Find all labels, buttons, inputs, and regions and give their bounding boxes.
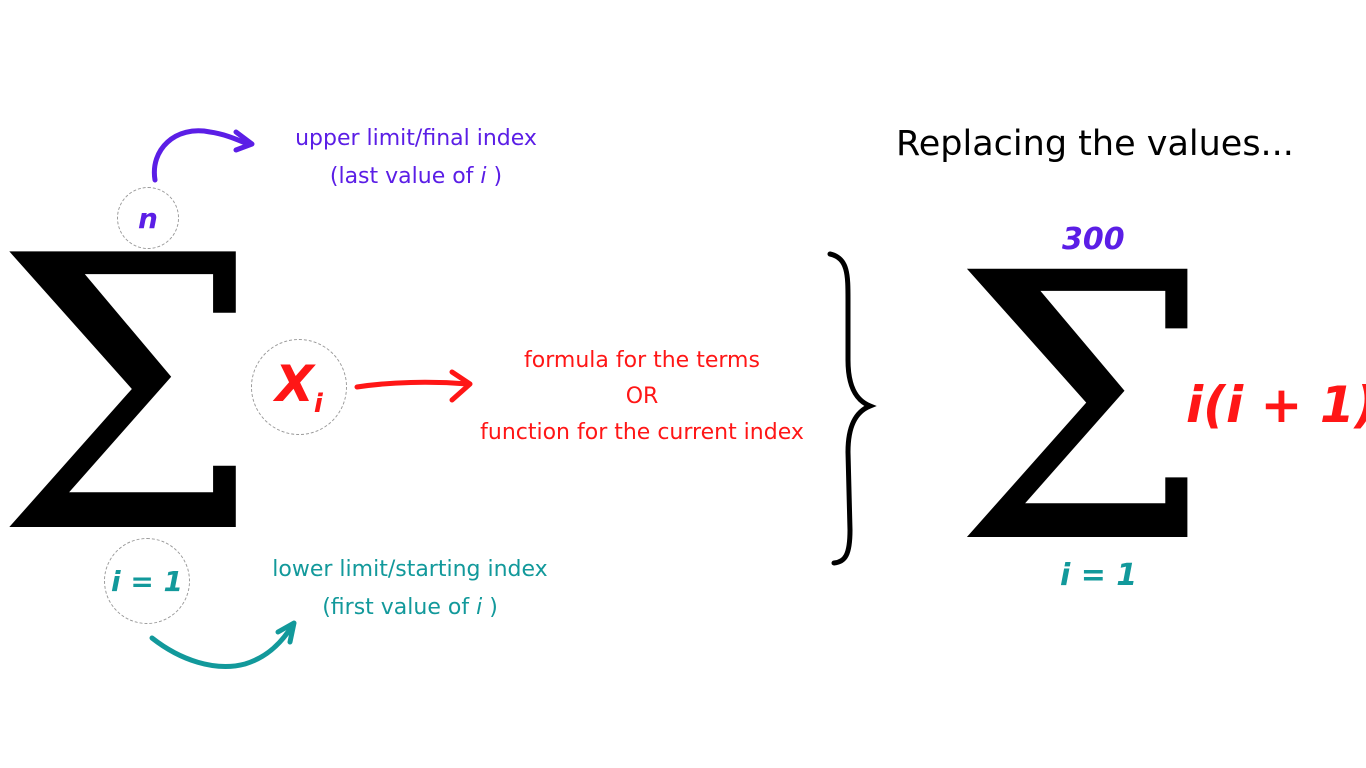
replacing-heading: Replacing the values...: [896, 124, 1294, 164]
lower-curved-arrow-icon: [149, 620, 297, 669]
right-sigma-symbol: Σ: [952, 195, 1213, 624]
upper-limit-variable: n: [138, 201, 158, 235]
upper-limit-circle: n: [117, 187, 179, 249]
upper-curved-arrow-icon: [151, 128, 255, 183]
term-label-line1: formula for the terms: [524, 348, 760, 373]
left-sigma-symbol: Σ: [0, 177, 262, 617]
lower-limit-circle: i = 1: [104, 538, 190, 624]
term-label-line3: function for the current index: [480, 420, 804, 445]
term-variable: Xi: [275, 355, 323, 419]
lower-label-prefix: (first value of: [322, 595, 477, 620]
lower-label-suffix: ): [482, 595, 498, 620]
upper-limit-label: upper limit/final index (last value of i…: [256, 120, 576, 196]
term-label-line2: OR: [625, 384, 659, 409]
term-circle: Xi: [251, 339, 347, 435]
term-subscript: i: [313, 389, 323, 419]
lower-limit-label: lower limit/starting index (first value …: [240, 551, 580, 627]
lower-limit-value: i = 1: [110, 564, 184, 598]
upper-limit-label-line1: upper limit/final index: [295, 126, 537, 151]
right-brace-icon: [827, 251, 877, 566]
upper-label-suffix: ): [486, 164, 503, 189]
right-term-formula: i(i + 1): [1186, 376, 1366, 434]
lower-limit-label-line1: lower limit/starting index: [272, 557, 548, 582]
term-arrow-icon: [354, 369, 473, 403]
upper-label-prefix: (last value of: [329, 164, 481, 189]
upper-limit-label-line2: (last value of i ): [256, 158, 576, 196]
term-label: formula for the terms OR function for th…: [462, 343, 822, 451]
lower-limit-label-line2: (first value of i ): [240, 589, 580, 627]
right-lower-limit: i = 1: [1060, 558, 1138, 593]
